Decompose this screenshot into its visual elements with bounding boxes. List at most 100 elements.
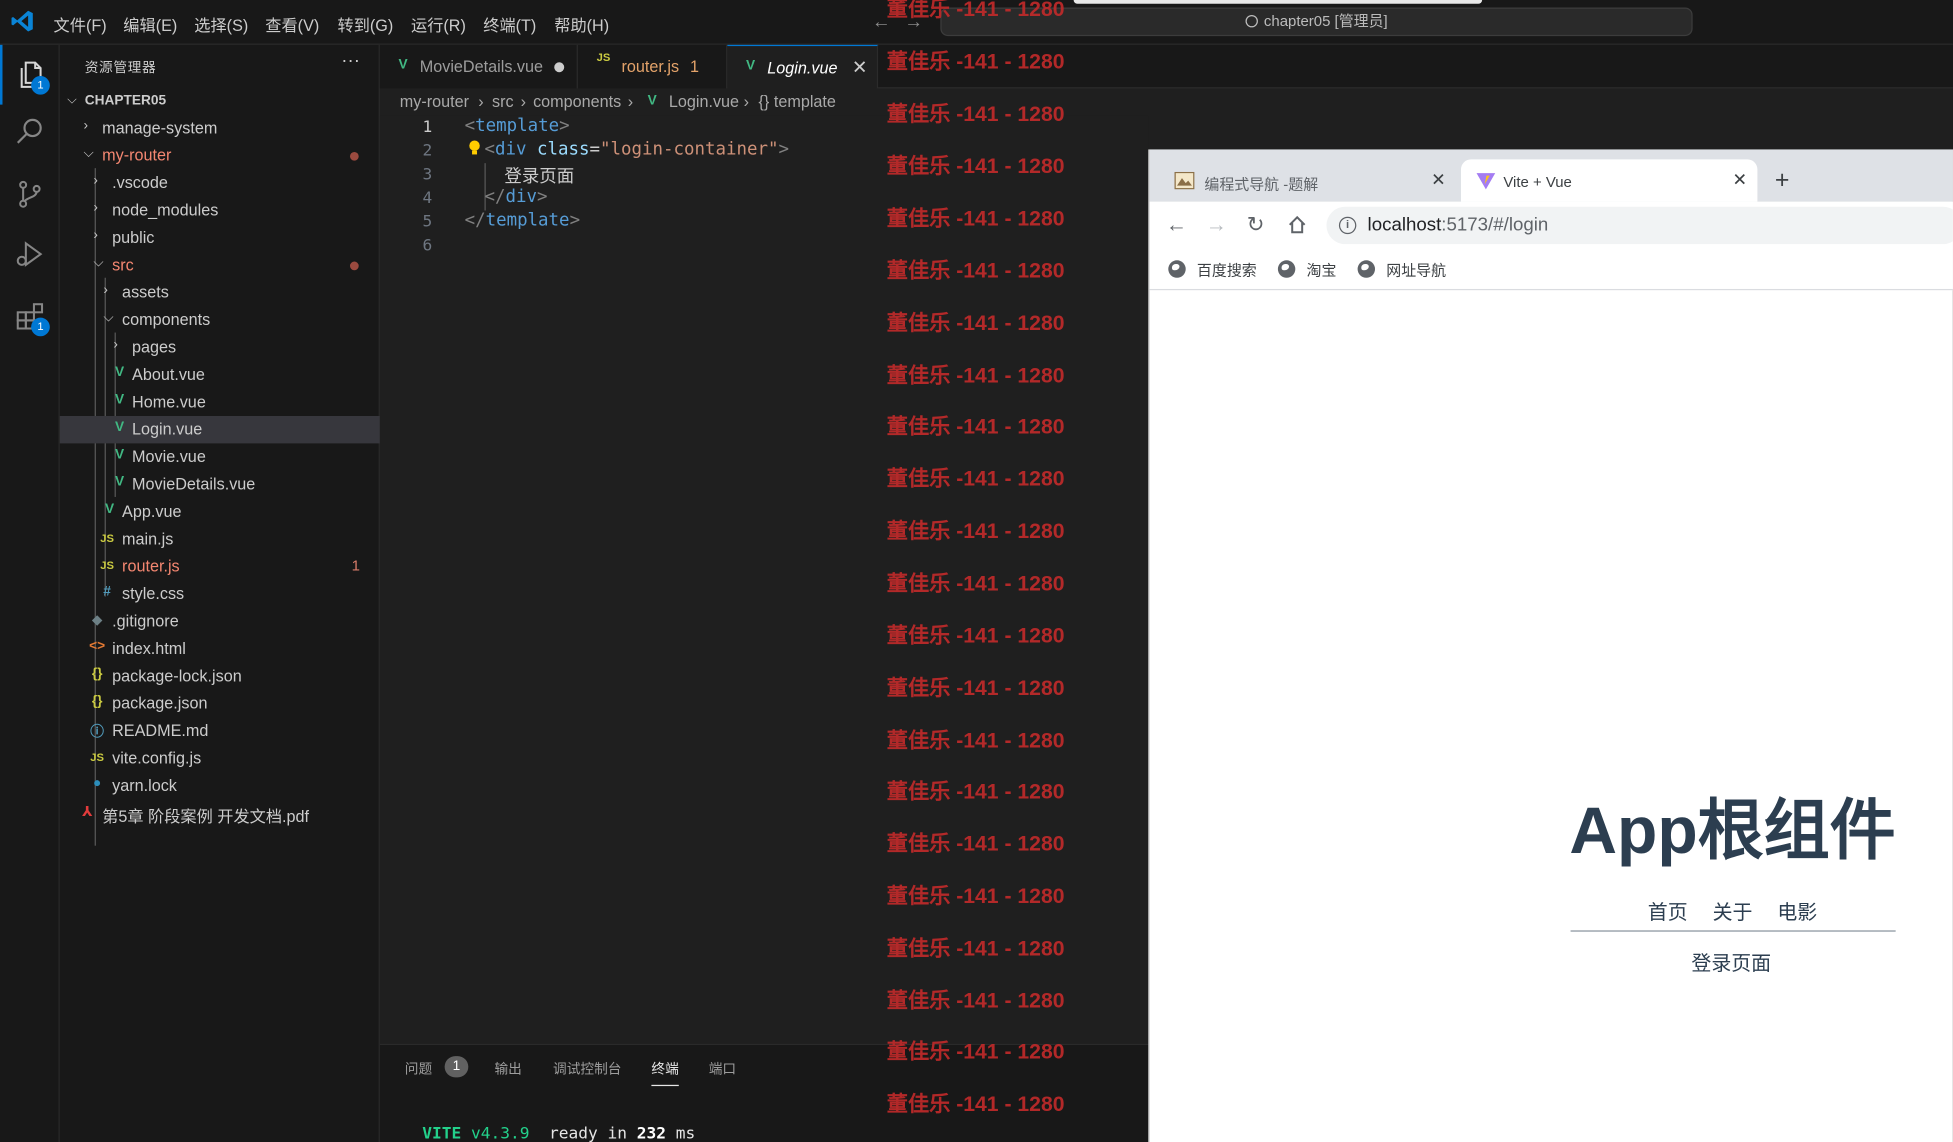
tree-item-label: components [122,310,211,329]
browser-tab-2[interactable]: Vite + Vue ✕ [1460,159,1758,202]
forward-arrow-icon[interactable]: → [1206,213,1227,238]
code-line: </template> [465,210,581,230]
home-icon[interactable] [1288,215,1307,234]
json-file-icon: {} [91,693,103,709]
menu-edit[interactable]: 编辑(E) [123,12,177,36]
tab-login-vue[interactable]: V Login.vue ✕ [727,44,879,89]
tree-folder-pages[interactable]: › pages [60,334,380,361]
back-arrow-icon[interactable]: ← [1166,213,1187,238]
bookmark-item[interactable]: 淘宝 [1277,259,1336,280]
breadcrumb-item[interactable]: Login.vue [669,92,739,111]
search-activity-button[interactable] [0,102,60,162]
tree-folder-public[interactable]: › public [60,224,380,251]
site-info-icon[interactable]: i [1338,216,1357,235]
close-icon[interactable]: ✕ [1431,169,1446,190]
code-line: 登录页面 [504,163,574,188]
tree-file-vite-config-js[interactable]: JS vite.config.js [60,745,380,772]
tree-file-style-css[interactable]: # style.css [60,580,380,607]
tree-file-login-vue[interactable]: V Login.vue [59,415,380,444]
search-icon [1245,14,1258,28]
panel-tab-problems[interactable]: 问题 [405,1059,432,1079]
tree-folder-my-router[interactable]: ⌵ my-router [60,142,380,169]
tree-item-label: Movie.vue [132,447,206,466]
line-number: 2 [422,141,433,161]
menu-go[interactable]: 转到(G) [338,12,394,36]
tree-file-readme-md[interactable]: ⓘ README.md [60,717,380,744]
tree-item-label: .vscode [112,173,168,192]
url-host: localhost [1367,214,1442,236]
tree-folder-components[interactable]: ⌵ components [60,306,380,333]
workspace-section-header[interactable]: ⌵ CHAPTER05 [60,90,380,115]
browser-tab-1[interactable]: 编程式导航 -题解 ✕ [1160,159,1459,201]
menu-view[interactable]: 查看(V) [265,12,319,36]
vite-favicon-icon [1476,173,1496,190]
app-title: App根组件 [1569,794,1896,869]
panel-tab-ports[interactable]: 端口 [709,1059,736,1079]
menu-terminal[interactable]: 终端(T) [483,12,536,36]
breadcrumb-item[interactable]: src [492,92,514,111]
close-icon[interactable]: ✕ [1732,169,1747,190]
breadcrumb-item[interactable]: my-router [400,92,469,111]
editor-tab-bar: V MovieDetails.vue JS router.js 1 V Logi… [379,44,1953,89]
menu-run[interactable]: 运行(R) [411,12,466,36]
chevron-right-icon: › [627,92,634,111]
watermark-text: 董佳乐 -141 - 1280 [886,414,1065,439]
tree-folder-manage-system[interactable]: › manage-system [60,115,380,142]
menu-file[interactable]: 文件(F) [54,12,107,36]
tree-folder-vscode[interactable]: › .vscode [60,169,380,196]
tree-file-main-js[interactable]: JS main.js [60,526,380,553]
breadcrumb-item[interactable]: components [533,92,621,111]
url-text: localhost:5173/#/login [1368,214,1549,235]
nav-link-about[interactable]: 关于 [1713,896,1753,926]
tab-moviedetails-vue[interactable]: V MovieDetails.vue [379,44,578,89]
tree-file-package-json[interactable]: {} package.json [60,690,380,717]
panel-tab-terminal[interactable]: 终端 [651,1059,679,1087]
more-actions-icon[interactable]: ··· [341,50,360,71]
bookmark-item[interactable]: 百度搜索 [1168,259,1257,280]
tab-router-js[interactable]: JS router.js 1 [577,44,728,89]
panel-tab-output[interactable]: 输出 [494,1059,521,1079]
terminal-output[interactable]: VITE v4.3.9 ready in 232 ms [422,1125,695,1142]
reload-icon[interactable]: ↻ [1247,213,1265,238]
modified-dot [349,261,359,271]
menu-selection[interactable]: 选择(S) [194,12,248,36]
tree-file-pdf-doc[interactable]: ⅄ 第5章 阶段案例 开发文档.pdf [60,800,380,827]
tree-file-yarn-lock[interactable]: ● yarn.lock [60,772,380,799]
tree-item-label: node_modules [112,200,219,220]
tree-file-package-lock-json[interactable]: {} package-lock.json [60,663,380,690]
chevron-right-icon: › [83,118,89,134]
chevron-right-icon: › [93,173,98,189]
tree-file-gitignore[interactable]: ◆ .gitignore [60,608,380,635]
tab-label: router.js [621,57,680,76]
breadcrumb-item[interactable]: {} template [759,92,836,111]
tree-item-label: Login.vue [132,419,203,439]
menu-help[interactable]: 帮助(H) [554,12,609,36]
lightbulb-icon[interactable] [468,139,480,156]
tree-folder-assets[interactable]: › assets [60,279,380,306]
vue-file-icon: V [647,93,657,109]
bookmark-item[interactable]: 网址导航 [1357,259,1446,280]
tree-file-movie-vue[interactable]: V Movie.vue [60,443,380,470]
tree-file-moviedetails-vue[interactable]: V MovieDetails.vue [60,471,380,498]
tab-label: Login.vue [767,58,838,78]
new-tab-button[interactable]: + [1775,167,1790,196]
tree-file-router-js[interactable]: JS router.js 1 [60,553,380,580]
watermark-text: 董佳乐 -141 - 1280 [886,311,1065,336]
source-control-activity-button[interactable] [0,164,60,224]
panel-tab-debug-console[interactable]: 调试控制台 [553,1059,622,1079]
nav-link-home[interactable]: 首页 [1648,896,1688,926]
close-icon[interactable]: ✕ [852,56,868,78]
tree-file-about-vue[interactable]: V About.vue [60,361,380,388]
explorer-activity-button[interactable]: 1 [0,44,60,105]
tree-file-app-vue[interactable]: V App.vue [60,498,380,525]
tree-folder-src[interactable]: ⌵ src [60,252,380,279]
unsaved-dot[interactable] [554,62,565,73]
tree-folder-node-modules[interactable]: › node_modules [60,197,380,224]
extensions-activity-button[interactable]: 1 [0,286,60,346]
nav-link-movie[interactable]: 电影 [1777,896,1817,926]
address-bar[interactable]: i localhost:5173/#/login [1326,206,1953,245]
code-token: </ [484,186,506,207]
run-debug-activity-button[interactable] [0,224,60,284]
tree-file-index-html[interactable]: <> index.html [60,635,380,662]
tree-file-home-vue[interactable]: V Home.vue [60,389,380,416]
